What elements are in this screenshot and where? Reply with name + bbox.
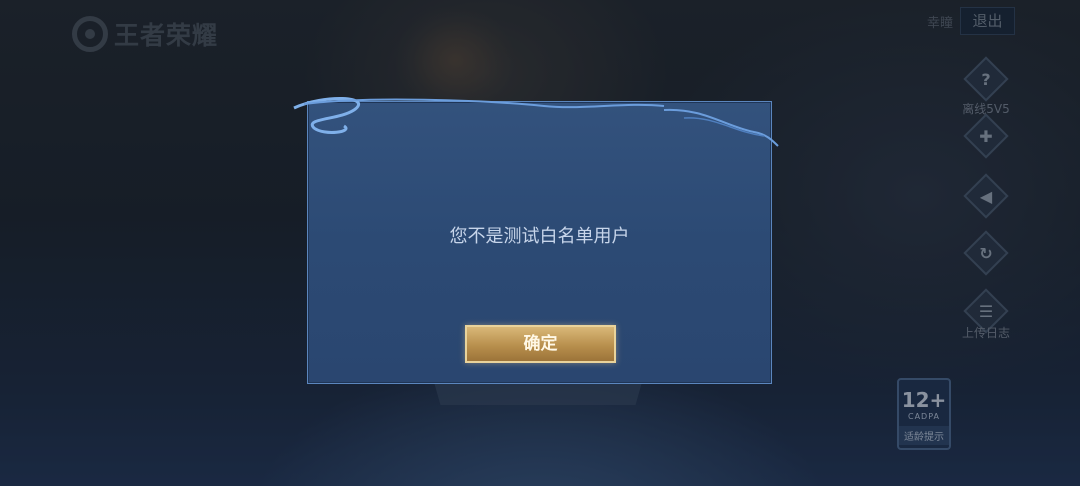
- dialog-ornament-icon: [293, 96, 779, 147]
- whitelist-dialog: 您不是测试白名单用户 确定: [293, 96, 779, 384]
- dialog-message: 您不是测试白名单用户: [449, 226, 630, 247]
- confirm-button[interactable]: 确定: [465, 325, 616, 363]
